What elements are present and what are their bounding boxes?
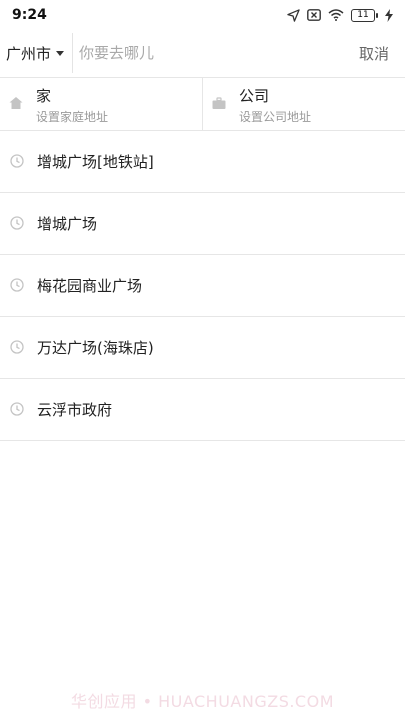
sim-off-icon: [307, 9, 321, 21]
home-shortcut[interactable]: 家 设置家庭地址: [0, 78, 202, 130]
status-bar: 9:24 11: [0, 0, 405, 30]
history-item[interactable]: 增城广场: [0, 193, 405, 255]
battery-icon: 11: [351, 8, 378, 22]
home-icon: [9, 97, 23, 109]
company-shortcut[interactable]: 公司 设置公司地址: [202, 78, 405, 130]
clock-icon: [10, 216, 24, 230]
city-label: 广州市: [6, 44, 52, 63]
history-item-label: 增城广场: [37, 215, 98, 233]
destination-search-input[interactable]: [73, 33, 351, 73]
history-item-label: 万达广场(海珠店): [37, 339, 154, 357]
clock-icon: [10, 154, 24, 168]
home-title: 家: [36, 87, 52, 105]
history-item[interactable]: 云浮市政府: [0, 379, 405, 441]
city-selector[interactable]: 广州市: [0, 30, 72, 76]
history-item-label: 梅花园商业广场: [37, 277, 143, 295]
history-item[interactable]: 增城广场[地铁站]: [0, 131, 405, 193]
search-header: 广州市 取消: [0, 30, 405, 76]
wifi-icon: [328, 9, 344, 21]
clock-icon: [10, 278, 24, 292]
company-subtitle: 设置公司地址: [239, 110, 312, 124]
clock-icon: [10, 340, 24, 354]
history-item[interactable]: 梅花园商业广场: [0, 255, 405, 317]
cancel-button[interactable]: 取消: [351, 43, 405, 64]
caret-down-icon: [56, 50, 65, 56]
status-time: 9:24: [12, 7, 47, 23]
home-subtitle: 设置家庭地址: [36, 110, 109, 124]
clock-icon: [10, 402, 24, 416]
status-icons: 11: [287, 8, 393, 22]
history-item[interactable]: 万达广场(海珠店): [0, 317, 405, 379]
screen: 9:24 11 广州市 你要去哪儿 取消 家 设置家庭地址 公司 设置公司地址 …: [0, 0, 405, 720]
company-title: 公司: [239, 87, 270, 105]
location-arrow-icon: [287, 8, 300, 22]
briefcase-icon: [212, 97, 226, 109]
history-item-label: 增城广场[地铁站]: [37, 153, 154, 171]
shortcut-row: 家 设置家庭地址 公司 设置公司地址: [0, 78, 405, 130]
charging-bolt-icon: [385, 8, 393, 22]
history-list: 增城广场[地铁站] 增城广场 梅花园商业广场 万达广场(海珠店) 云浮市政府: [0, 131, 405, 441]
history-item-label: 云浮市政府: [37, 401, 113, 419]
watermark: 华创应用 • HUACHUANGZS.COM: [70, 692, 335, 711]
battery-level: 11: [357, 9, 369, 20]
